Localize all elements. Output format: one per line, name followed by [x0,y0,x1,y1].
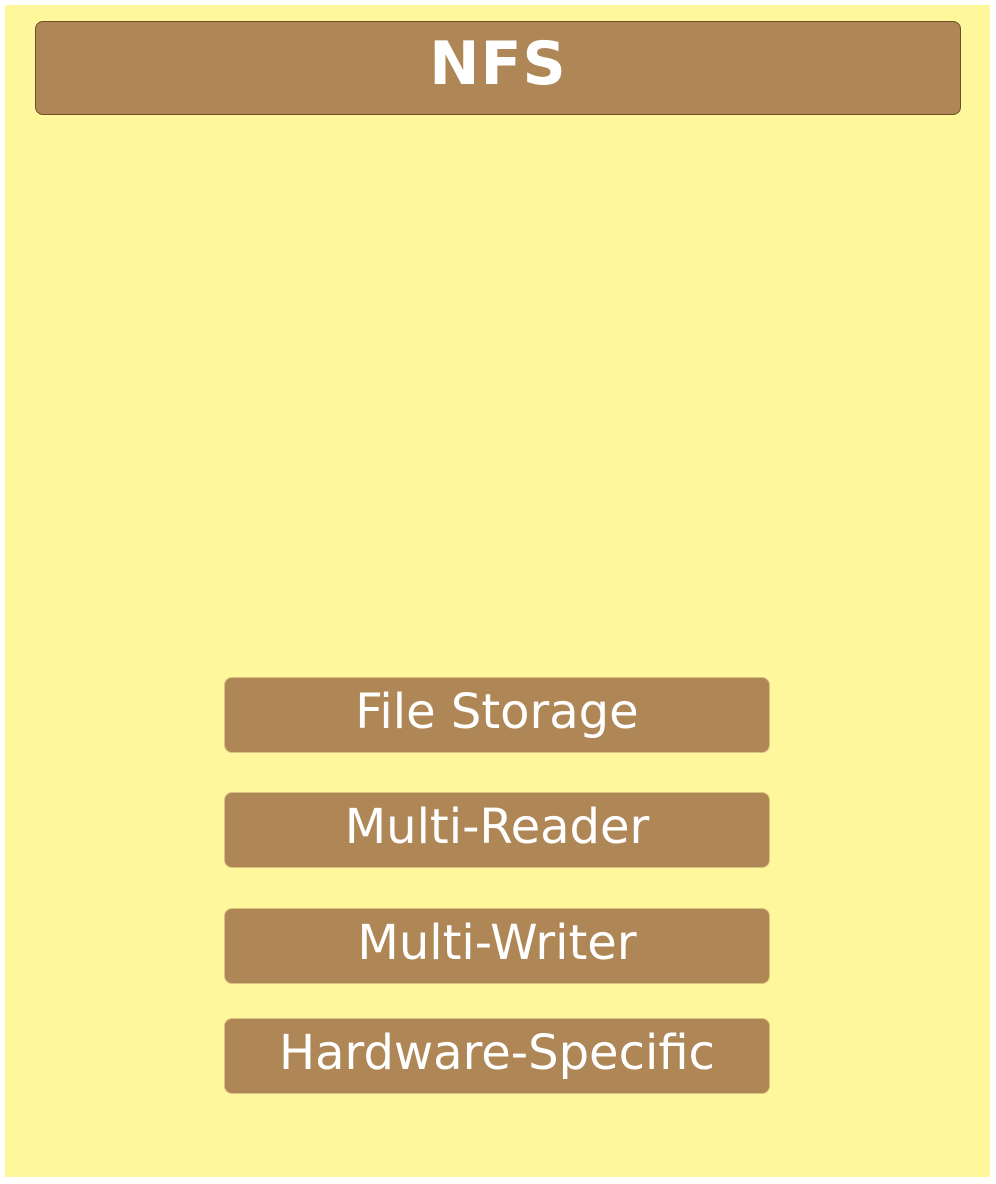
feature-multi-writer: Multi-Writer [224,908,770,984]
feature-hardware-specific: Hardware-Specific [224,1018,770,1094]
nfs-panel: NFS File Storage Multi-Reader Multi-Writ… [5,5,990,1177]
feature-label: Multi-Writer [357,915,637,971]
nfs-title-box: NFS [35,21,961,115]
feature-label: Hardware-Specific [279,1025,715,1081]
nfs-title: NFS [429,29,567,99]
feature-file-storage: File Storage [224,677,770,753]
feature-label: Multi-Reader [344,799,650,855]
feature-label: File Storage [355,684,639,740]
feature-multi-reader: Multi-Reader [224,792,770,868]
